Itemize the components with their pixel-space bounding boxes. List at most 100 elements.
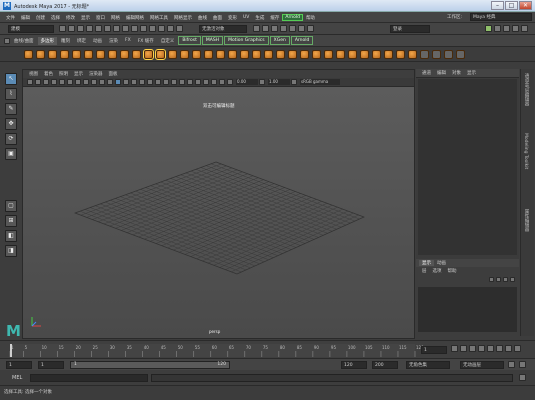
auto-key-icon[interactable] bbox=[508, 361, 515, 368]
menu-item-17[interactable]: Arnold bbox=[282, 14, 303, 21]
lasso-tool-icon[interactable]: ⌇ bbox=[5, 88, 17, 100]
animation-preferences-icon[interactable] bbox=[519, 361, 526, 368]
sign-in-icon[interactable] bbox=[307, 25, 314, 32]
viewport-menu-renderer[interactable]: 渲染器 bbox=[86, 71, 106, 77]
resolution-gate-icon[interactable] bbox=[75, 79, 81, 85]
login-dropdown[interactable]: 登录 bbox=[390, 25, 430, 33]
redo-icon[interactable] bbox=[95, 25, 102, 32]
channel-box-menu-show[interactable]: 显示 bbox=[464, 70, 479, 76]
shelf-tab-12[interactable]: XGen bbox=[269, 36, 290, 45]
single-perspective-view-icon[interactable]: ▢ bbox=[5, 200, 17, 212]
menu-item-4[interactable]: 修改 bbox=[63, 15, 78, 21]
xray-active-icon[interactable] bbox=[211, 79, 217, 85]
menu-item-14[interactable]: UV bbox=[240, 15, 252, 20]
textured-icon[interactable] bbox=[139, 79, 145, 85]
color-management-icon[interactable] bbox=[291, 79, 297, 85]
hypershade-icon[interactable] bbox=[289, 25, 296, 32]
menu-set-dropdown[interactable]: 建模 bbox=[8, 25, 54, 33]
play-forward-icon[interactable] bbox=[487, 345, 494, 352]
boolean-union-icon[interactable] bbox=[203, 49, 213, 59]
shelf-tab-8[interactable]: 自定义 bbox=[158, 37, 178, 45]
bevel-edge-icon[interactable] bbox=[299, 49, 309, 59]
new-scene-icon[interactable] bbox=[59, 25, 66, 32]
boolean-intersection-icon[interactable] bbox=[227, 49, 237, 59]
auto-map-icon[interactable] bbox=[443, 49, 453, 59]
layer-tab-display[interactable]: 显示 bbox=[419, 260, 434, 266]
go-to-end-icon[interactable] bbox=[514, 345, 521, 352]
default-lighting-icon[interactable] bbox=[131, 79, 137, 85]
no-active-object-field[interactable]: 无激活对象 bbox=[199, 25, 247, 33]
menu-item-8[interactable]: 编辑网格 bbox=[123, 15, 147, 21]
append-polygon-icon[interactable] bbox=[383, 49, 393, 59]
paint-select-tool-icon[interactable]: ✎ bbox=[5, 103, 17, 115]
move-tool-icon[interactable]: ✥ bbox=[5, 118, 17, 130]
use-all-lights-icon[interactable] bbox=[147, 79, 153, 85]
select-object-icon[interactable] bbox=[113, 25, 120, 32]
play-backward-icon[interactable] bbox=[478, 345, 485, 352]
move-layer-up-icon[interactable] bbox=[489, 276, 494, 282]
snap-grid-icon[interactable] bbox=[140, 25, 147, 32]
xray-joints-icon[interactable] bbox=[219, 79, 225, 85]
step-forward-key-icon[interactable] bbox=[505, 345, 512, 352]
combine-icon[interactable] bbox=[167, 49, 177, 59]
attribute-editor-toggle-icon[interactable] bbox=[494, 25, 501, 32]
gamma-icon[interactable] bbox=[259, 79, 265, 85]
shelf-tab-2[interactable]: 雕刻 bbox=[58, 37, 73, 45]
new-empty-layer-icon[interactable] bbox=[503, 276, 508, 282]
select-component-icon[interactable] bbox=[122, 25, 129, 32]
viewport-menu-view[interactable]: 视图 bbox=[26, 71, 41, 77]
poke-icon[interactable] bbox=[395, 49, 405, 59]
exposure-icon[interactable] bbox=[227, 79, 233, 85]
wireframe-icon[interactable] bbox=[115, 79, 121, 85]
menu-item-6[interactable]: 窗口 bbox=[93, 15, 108, 21]
current-time-marker[interactable] bbox=[10, 344, 12, 357]
shelf-tab-5[interactable]: 渲染 bbox=[106, 37, 121, 45]
film-gate-icon[interactable] bbox=[67, 79, 73, 85]
screen-space-ao-icon[interactable] bbox=[163, 79, 169, 85]
sphere-icon[interactable] bbox=[23, 49, 33, 59]
side-tab-channel-box[interactable]: 通道盒/层编辑器 bbox=[523, 73, 529, 106]
snap-curve-icon[interactable] bbox=[149, 25, 156, 32]
move-layer-down-icon[interactable] bbox=[496, 276, 501, 282]
command-language-label[interactable]: MEL bbox=[12, 375, 22, 381]
scale-tool-icon[interactable]: ▣ bbox=[5, 148, 17, 160]
svg-icon[interactable] bbox=[154, 48, 166, 60]
layer-tab-anim[interactable]: 动画 bbox=[434, 260, 449, 266]
menu-item-12[interactable]: 曲面 bbox=[210, 15, 225, 21]
render-view-icon[interactable] bbox=[253, 25, 260, 32]
fill-hole-icon[interactable] bbox=[311, 49, 321, 59]
smooth-shade-icon[interactable] bbox=[123, 79, 129, 85]
safe-action-icon[interactable] bbox=[99, 79, 105, 85]
select-camera-icon[interactable] bbox=[27, 79, 33, 85]
menu-item-0[interactable]: 文件 bbox=[3, 15, 18, 21]
playback-end-field[interactable]: 120 bbox=[341, 361, 367, 369]
platonic-icon[interactable] bbox=[107, 49, 117, 59]
gamma-field[interactable]: 1.00 bbox=[268, 79, 290, 85]
isolate-select-icon[interactable] bbox=[195, 79, 201, 85]
layer-menu-help[interactable]: 帮助 bbox=[445, 268, 460, 274]
save-scene-icon[interactable] bbox=[77, 25, 84, 32]
start-time-field[interactable]: 1 bbox=[6, 361, 32, 369]
channel-box-menu-object[interactable]: 对象 bbox=[449, 70, 464, 76]
menu-item-11[interactable]: 曲线 bbox=[195, 15, 210, 21]
bookmark-icon[interactable] bbox=[43, 79, 49, 85]
shelf-tab-0[interactable]: 曲线/曲面 bbox=[11, 37, 37, 45]
multi-cut-icon[interactable] bbox=[335, 49, 345, 59]
image-plane-icon[interactable] bbox=[51, 79, 57, 85]
transform-constraint-icon[interactable] bbox=[298, 25, 305, 32]
range-slider[interactable]: 1 120 bbox=[70, 361, 230, 369]
layer-menu-options[interactable]: 选项 bbox=[430, 268, 445, 274]
extract-icon[interactable] bbox=[251, 49, 261, 59]
channel-box-toggle-icon[interactable] bbox=[512, 25, 519, 32]
shelf-tab-7[interactable]: FX 缓存 bbox=[135, 37, 157, 45]
menu-item-3[interactable]: 选择 bbox=[48, 15, 63, 21]
step-forward-frame-icon[interactable] bbox=[496, 345, 503, 352]
smooth-icon[interactable] bbox=[191, 49, 201, 59]
plane-icon[interactable] bbox=[83, 49, 93, 59]
rotate-tool-icon[interactable]: ⟳ bbox=[5, 133, 17, 145]
cut-uv-icon[interactable] bbox=[455, 49, 465, 59]
minimize-button[interactable]: – bbox=[491, 1, 504, 10]
side-tab-modeling-toolkit[interactable]: Modeling Toolkit bbox=[523, 133, 528, 169]
bevel-icon[interactable] bbox=[287, 49, 297, 59]
step-back-frame-icon[interactable] bbox=[469, 345, 476, 352]
